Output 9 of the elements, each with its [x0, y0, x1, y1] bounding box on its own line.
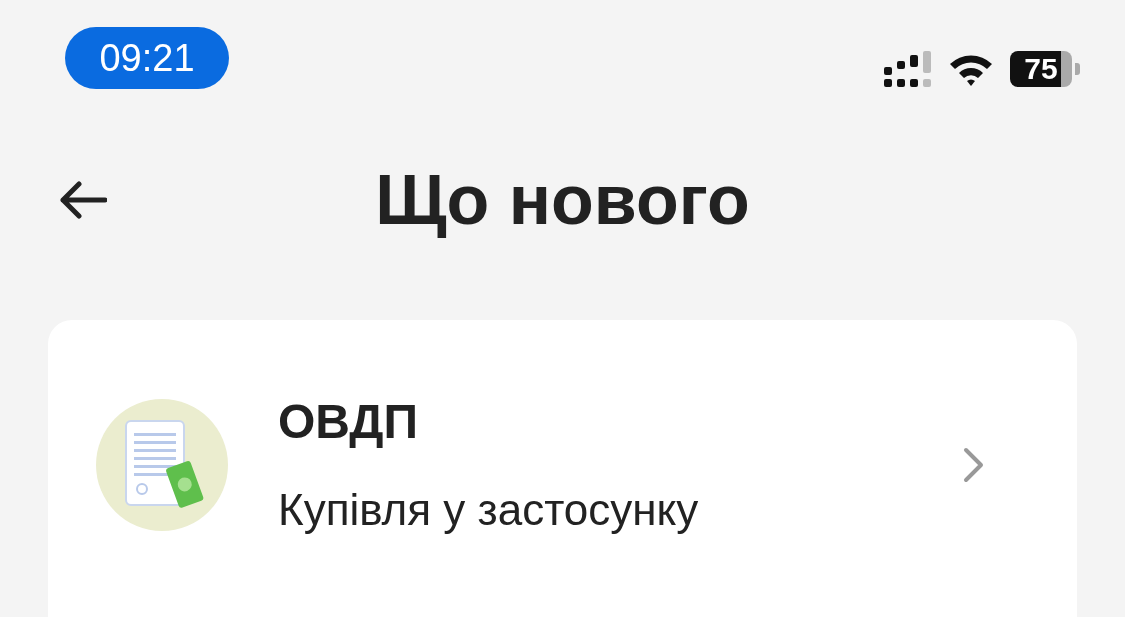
chevron-right-icon [963, 446, 985, 483]
item-subtitle: Купівля у застосунку [278, 485, 700, 535]
battery-level: 75 [1010, 51, 1080, 87]
wifi-icon [948, 52, 994, 86]
back-arrow-icon [59, 181, 107, 219]
item-title: ОВДП [278, 394, 420, 449]
signal-icon [884, 51, 932, 87]
status-time: 09:21 [65, 27, 229, 89]
page-title: Що нового [375, 160, 750, 240]
